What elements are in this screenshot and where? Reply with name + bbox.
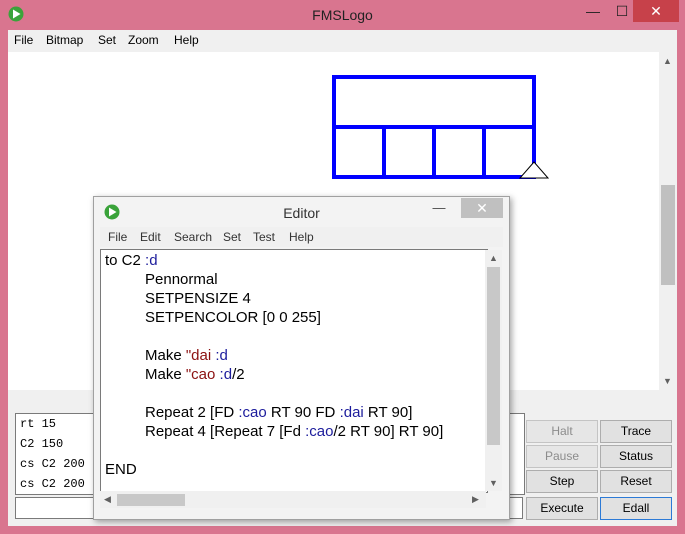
main-menubar: File Bitmap Set Zoom Help (8, 30, 677, 52)
code-line: SETPENSIZE 4 (145, 290, 251, 307)
maximize-button[interactable]: ☐ (608, 0, 636, 22)
editor-menu-set[interactable]: Set (223, 230, 241, 244)
code-line: END (105, 461, 137, 478)
code-line: Make "cao :d/2 (145, 366, 245, 383)
editor-menu-edit[interactable]: Edit (140, 230, 161, 244)
code-line: Pennormal (145, 271, 218, 288)
trace-button[interactable]: Trace (600, 420, 672, 443)
editor-window: Editor — ✕ File Edit Search Set Test Hel… (93, 196, 510, 520)
main-title-bar: FMSLogo — ☐ ✕ (0, 0, 685, 30)
minimize-button[interactable]: — (578, 0, 608, 22)
editor-menu-help[interactable]: Help (289, 230, 314, 244)
code-line: Repeat 2 [FD :cao RT 90 FD :dai RT 90] (145, 404, 413, 421)
halt-button[interactable]: Halt (526, 420, 598, 443)
history-item[interactable]: cs C2 200 (20, 455, 85, 473)
menu-zoom[interactable]: Zoom (128, 33, 159, 47)
editor-close-button[interactable]: ✕ (461, 198, 503, 218)
canvas-vertical-scroll-thumb[interactable] (661, 185, 675, 285)
menu-file[interactable]: File (14, 33, 33, 47)
editor-menu-test[interactable]: Test (253, 230, 275, 244)
execute-button[interactable]: Execute (526, 497, 598, 520)
editor-scroll-right-icon[interactable]: ▶ (472, 494, 479, 505)
menu-bitmap[interactable]: Bitmap (46, 33, 83, 47)
menu-help[interactable]: Help (174, 33, 199, 47)
step-button[interactable]: Step (526, 470, 598, 493)
editor-scroll-up-icon[interactable]: ▲ (489, 253, 498, 263)
code-line: SETPENCOLOR [0 0 255] (145, 309, 321, 326)
editor-scroll-down-icon[interactable]: ▼ (489, 478, 498, 488)
editor-scroll-left-icon[interactable]: ◀ (104, 494, 111, 505)
code-line: Make "dai :d (145, 347, 228, 364)
scroll-up-icon[interactable]: ▲ (663, 56, 672, 66)
reset-button[interactable]: Reset (600, 470, 672, 493)
pause-button[interactable]: Pause (526, 445, 598, 468)
editor-vertical-scroll-thumb[interactable] (487, 267, 500, 445)
close-button[interactable]: ✕ (633, 0, 679, 22)
history-item[interactable]: C2 150 (20, 435, 63, 453)
history-item[interactable]: rt 15 (20, 415, 56, 433)
code-line: to C2 :d (105, 252, 158, 269)
turtle-icon (518, 161, 550, 179)
menu-set[interactable]: Set (98, 33, 116, 47)
code-line: Repeat 4 [Repeat 7 [Fd :cao/2 RT 90] RT … (145, 423, 444, 440)
editor-title-bar: Editor — ✕ (94, 197, 509, 227)
history-item[interactable]: cs C2 200 (20, 475, 85, 493)
editor-horizontal-scroll-thumb[interactable] (117, 494, 185, 506)
edall-button[interactable]: Edall (600, 497, 672, 520)
editor-text-area[interactable]: to C2 :d Pennormal SETPENSIZE 4 SETPENCO… (100, 249, 488, 493)
editor-minimize-button[interactable]: — (427, 199, 451, 217)
status-button[interactable]: Status (600, 445, 672, 468)
scroll-down-icon[interactable]: ▼ (663, 376, 672, 386)
editor-menubar: File Edit Search Set Test Help (100, 227, 503, 247)
editor-menu-search[interactable]: Search (174, 230, 212, 244)
editor-menu-file[interactable]: File (108, 230, 127, 244)
